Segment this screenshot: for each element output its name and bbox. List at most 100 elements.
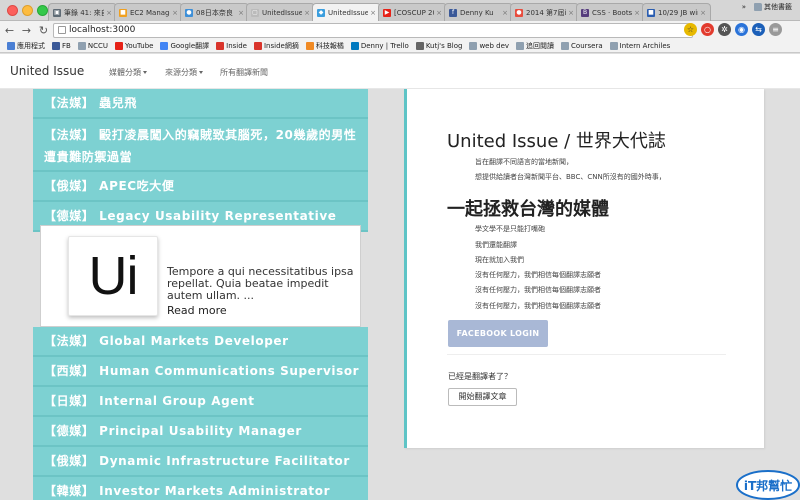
bookmark-item[interactable]: 追回閱讀 (516, 41, 554, 51)
article-list: 【法媒】 蟲兒飛 【法媒】 毆打凌晨闖入的竊賊致其腦死，20幾歲的男性遭貴難防禦… (33, 89, 368, 232)
nav-link-label: 來源分類 (165, 68, 197, 77)
bookmark-item[interactable]: Denny | Trello (350, 42, 409, 50)
bookmark-item[interactable]: Kutj's Blog (415, 42, 463, 50)
nav-source-category-dropdown[interactable]: 來源分類 (165, 67, 203, 78)
tab-favicon-icon: ▣ (53, 8, 61, 17)
bookmark-favicon-icon (469, 42, 478, 50)
featured-article-card[interactable]: Ui Tempore a qui necessitatibus ipsa rep… (40, 225, 361, 327)
bookmarks-more-button[interactable]: » (742, 3, 746, 11)
nav-all-translations-link[interactable]: 所有翻譯新聞 (220, 67, 268, 78)
bookmark-favicon-icon (216, 42, 225, 50)
bookmark-item[interactable]: Intern Archiles (609, 42, 670, 50)
close-window-button[interactable] (7, 5, 18, 16)
tab-close-icon[interactable]: × (304, 9, 310, 17)
browser-tab[interactable]: ◆UnitedIssues× (312, 3, 381, 21)
opera-extension-icon[interactable]: ○ (701, 23, 714, 36)
article-list-item[interactable]: 【俄媒】 APEC吃大便 (33, 172, 368, 202)
article-excerpt: Tempore a qui necessitatibus ipsa repell… (167, 265, 354, 302)
forward-arrow-icon[interactable]: → (19, 24, 34, 37)
star-icon[interactable]: ☆ (684, 23, 697, 36)
tab-close-icon[interactable]: × (568, 9, 574, 17)
browser-tab[interactable]: f Denny Ku × (444, 3, 513, 21)
browser-tab[interactable]: ▢UnitedIssues× (246, 3, 315, 21)
tab-favicon-icon: ▶ (383, 8, 391, 17)
tab-close-icon[interactable]: × (436, 9, 442, 17)
bookmark-label: Kutj's Blog (425, 42, 463, 50)
nav-link-label: 媒體分類 (109, 68, 141, 77)
reload-icon[interactable]: ↻ (36, 24, 51, 37)
tab-favicon-icon: B (581, 8, 589, 17)
panel-subtitle-line: 想提供給讀者台灣新聞平台、BBC、CNN所沒有的國外時事， (475, 173, 666, 181)
browser-tab[interactable]: ■ 10/29 JB wir × (642, 3, 711, 21)
site-navbar: United Issue 媒體分類 來源分類 所有翻譯新聞 (0, 54, 800, 89)
browser-tab[interactable]: ● 08日本奈良 × (180, 3, 249, 21)
tab-close-icon[interactable]: × (172, 9, 178, 17)
bookmark-favicon-icon (415, 42, 424, 50)
join-text-line: 學文學不是只能打嘴砲 (475, 225, 545, 233)
address-bar[interactable]: localhost:3000 (53, 23, 693, 38)
panel-subtitle-line: 旨在翻譯不同語言的當地新聞， (475, 158, 573, 166)
tab-title: 筆錄 41: 來自 (64, 8, 105, 17)
bookmark-label: 應用程式 (17, 42, 45, 50)
article-list-item[interactable]: 【法媒】 毆打凌晨闖入的竊賊致其腦死，20幾歲的男性遭貴難防禦過當 (33, 119, 368, 172)
bookmark-item[interactable]: web dev (469, 42, 509, 50)
browser-tab[interactable]: ■ EC2 Manage × (114, 3, 183, 21)
tab-title: Denny Ku (460, 8, 494, 17)
zoom-window-button[interactable] (37, 5, 48, 16)
browser-titlebar: ▣ 筆錄 41: 來自 × ■ EC2 Manage × ● 08日本奈良 × ▢ UnitedIs… (0, 0, 800, 21)
minimize-window-button[interactable] (22, 5, 33, 16)
start-translating-button[interactable]: 開始翻譯文章 (448, 388, 517, 406)
nav-media-category-dropdown[interactable]: 媒體分類 (109, 67, 147, 78)
article-list-item[interactable]: 【德媒】 Principal Usability Manager (33, 417, 368, 447)
tab-close-icon[interactable]: × (238, 9, 244, 17)
tab-close-icon[interactable]: × (700, 9, 706, 17)
other-bookmarks-folder[interactable]: 其他書籤 (764, 2, 792, 12)
bookmark-item[interactable]: Coursera (561, 42, 603, 50)
address-bar-url: localhost:3000 (69, 25, 136, 35)
article-list-item[interactable]: 【日媒】 Internal Group Agent (33, 387, 368, 417)
article-list-item[interactable]: 【西媒】 Human Communications Supervisor (33, 357, 368, 387)
divider (447, 354, 726, 355)
tab-title: 10/29 JB wir (658, 8, 699, 17)
browser-tab[interactable]: BCSS · Bootstr× (576, 3, 645, 21)
browser-tab[interactable]: ●2014 第7屆iT× (510, 3, 579, 21)
bookmark-item[interactable]: NCCU (77, 42, 108, 50)
bookmark-favicon-icon (77, 42, 86, 50)
globe-extension-icon[interactable]: ◉ (735, 23, 748, 36)
read-more-link[interactable]: Read more (167, 304, 227, 317)
bookmark-favicon-icon (561, 42, 570, 50)
bookmark-item[interactable]: Inside (216, 42, 247, 50)
tab-title: EC2 Manage (130, 8, 171, 17)
arrows-extension-icon[interactable]: ⇆ (752, 23, 765, 36)
tab-close-icon[interactable]: × (502, 9, 508, 17)
bookmark-label: FB (62, 42, 71, 50)
tab-close-icon[interactable]: × (634, 9, 640, 17)
back-arrow-icon[interactable]: ← (2, 24, 17, 37)
browser-tab[interactable]: ▶[COSCUP 201× (378, 3, 447, 21)
tab-title: 08日本奈良 (196, 8, 233, 17)
bookmark-item[interactable]: FB (52, 42, 71, 50)
article-list-item[interactable]: 【法媒】 Global Markets Developer (33, 327, 368, 357)
tab-close-icon[interactable]: × (370, 9, 376, 17)
bookmark-item[interactable]: Inside網摘 (253, 41, 299, 51)
bookmark-item[interactable]: 應用程式 (7, 41, 45, 51)
folder-icon (754, 3, 762, 11)
menu-icon[interactable]: ≡ (769, 23, 782, 36)
bookmark-item[interactable]: Google翻譯 (160, 41, 209, 51)
tab-close-icon[interactable]: × (106, 9, 112, 17)
facebook-login-button[interactable]: FACEBOOK LOGIN (448, 320, 548, 347)
gear-extension-icon[interactable]: ✲ (718, 23, 731, 36)
article-list-item[interactable]: 【法媒】 蟲兒飛 (33, 89, 368, 119)
united-issue-logo: Ui (68, 236, 158, 316)
tab-favicon-icon: ● (185, 8, 193, 17)
tab-title: CSS · Bootstr (592, 8, 633, 17)
bookmark-item[interactable]: 科技報橘 (305, 41, 344, 51)
watermark-text: iT邦幫忙 (744, 478, 792, 493)
article-list-item[interactable]: 【韓媒】 Investor Markets Administrator (33, 477, 368, 500)
site-brand[interactable]: United Issue (10, 64, 84, 78)
bookmark-item[interactable]: YouTube (114, 42, 153, 50)
bookmark-label: Google翻譯 (170, 42, 210, 50)
tab-favicon-icon: ▢ (251, 8, 259, 17)
article-list-item[interactable]: 【俄媒】 Dynamic Infrastructure Facilitator (33, 447, 368, 477)
browser-tab[interactable]: ▣ 筆錄 41: 來自 × (48, 3, 117, 21)
